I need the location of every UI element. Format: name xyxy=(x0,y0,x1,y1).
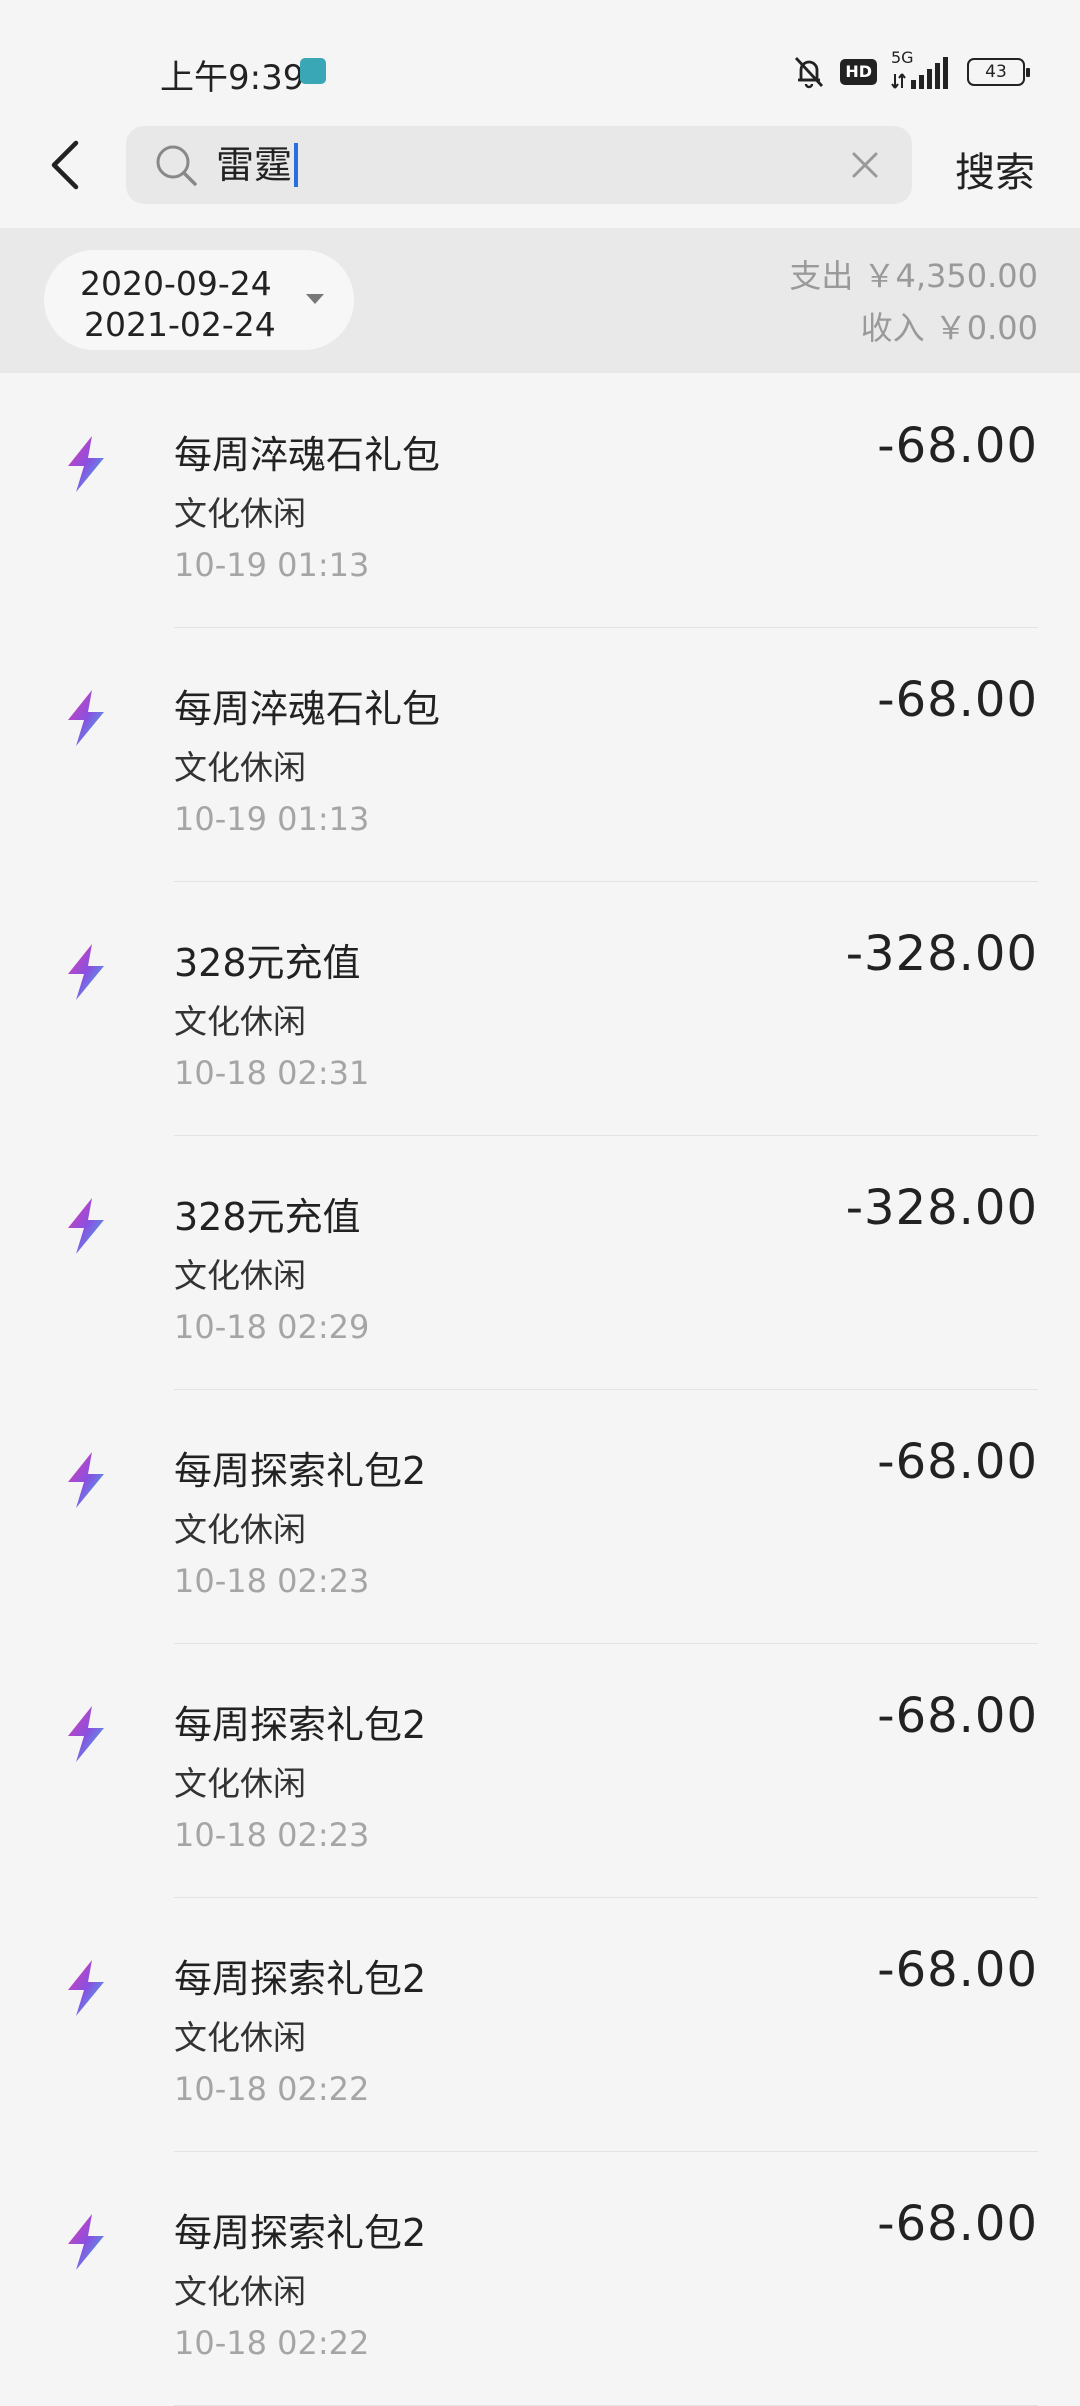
lightning-app-icon xyxy=(68,1960,104,2016)
battery-level: 43 xyxy=(985,62,1007,82)
status-time: 上午9:39 xyxy=(160,58,305,98)
transaction-category: 文化休闲 xyxy=(174,748,306,787)
transaction-time: 10-18 02:22 xyxy=(174,2324,370,2362)
status-bar: 上午9:39 HD 5G 43 xyxy=(0,0,1080,120)
transaction-row[interactable]: 每周探索礼包2 文化休闲 10-18 02:23 -68.00 xyxy=(0,1390,1080,1644)
transaction-title: 每周探索礼包2 xyxy=(174,1449,427,1493)
transaction-title: 每周探索礼包2 xyxy=(174,1703,427,1747)
transaction-time: 10-18 02:23 xyxy=(174,1562,370,1600)
transaction-category: 文化休闲 xyxy=(174,2018,306,2057)
lightning-app-icon xyxy=(68,690,104,746)
transaction-amount: -68.00 xyxy=(877,418,1038,474)
back-arrow-icon xyxy=(51,140,79,190)
mute-bell-icon xyxy=(795,57,824,89)
date-end: 2021-02-24 xyxy=(84,305,276,344)
transaction-amount: -68.00 xyxy=(877,672,1038,728)
transaction-title: 每周探索礼包2 xyxy=(174,1957,427,2001)
transaction-row[interactable]: 每周淬魂石礼包 文化休闲 10-19 01:13 -68.00 xyxy=(0,628,1080,882)
transaction-row[interactable]: 328元充值 文化休闲 10-18 02:29 -328.00 xyxy=(0,1136,1080,1390)
status-indicators: HD 5G 43 xyxy=(792,48,1030,92)
transaction-time: 10-18 02:29 xyxy=(174,1308,370,1346)
totals-summary: 支出 ￥4,350.00 收入 ￥0.00 xyxy=(789,250,1038,354)
transaction-amount: -68.00 xyxy=(877,2196,1038,2252)
lightning-app-icon xyxy=(68,1198,104,1254)
date-start: 2020-09-24 xyxy=(80,264,272,303)
signal-bars-icon xyxy=(891,57,948,89)
lightning-app-icon xyxy=(68,436,104,492)
lightning-app-icon xyxy=(68,2214,104,2270)
transaction-row[interactable]: 328元充值 文化休闲 10-18 02:31 -328.00 xyxy=(0,882,1080,1136)
lightning-app-icon xyxy=(68,1452,104,1508)
transaction-amount: -328.00 xyxy=(845,926,1038,982)
lightning-app-icon xyxy=(68,1706,104,1762)
dropdown-triangle-icon xyxy=(306,294,324,304)
search-button[interactable]: 搜索 xyxy=(955,140,1035,198)
transaction-title: 328元充值 xyxy=(174,941,361,985)
transaction-category: 文化休闲 xyxy=(174,1256,306,1295)
transaction-row[interactable]: 每周淬魂石礼包 文化休闲 10-19 01:13 -68.00 xyxy=(0,374,1080,628)
transaction-title: 每周探索礼包2 xyxy=(174,2211,427,2255)
transaction-time: 10-18 02:23 xyxy=(174,1816,370,1854)
transaction-amount: -68.00 xyxy=(877,1688,1038,1744)
transaction-time: 10-18 02:22 xyxy=(174,2070,370,2108)
transaction-amount: -68.00 xyxy=(877,1434,1038,1490)
search-box[interactable]: 雷霆 xyxy=(126,126,912,204)
transaction-category: 文化休闲 xyxy=(174,1002,306,1041)
hd-badge: HD xyxy=(840,59,877,85)
transaction-time: 10-19 01:13 xyxy=(174,546,370,584)
expense-total: 支出 ￥4,350.00 xyxy=(789,257,1038,295)
back-button[interactable] xyxy=(40,135,100,195)
transaction-category: 文化休闲 xyxy=(174,1764,306,1803)
clear-icon[interactable] xyxy=(848,148,882,182)
income-total: 收入 ￥0.00 xyxy=(860,309,1038,347)
search-input[interactable]: 雷霆 xyxy=(216,140,299,190)
battery-icon: 43 xyxy=(967,58,1030,86)
transaction-title: 328元充值 xyxy=(174,1195,361,1239)
transaction-amount: -68.00 xyxy=(877,1942,1038,1998)
transaction-category: 文化休闲 xyxy=(174,1510,306,1549)
transaction-list: 每周淬魂石礼包 文化休闲 10-19 01:13 -68.00 每周淬魂石礼包 … xyxy=(0,374,1080,2406)
transaction-title: 每周淬魂石礼包 xyxy=(174,687,441,731)
transaction-row[interactable]: 每周探索礼包2 文化休闲 10-18 02:22 -68.00 xyxy=(0,1898,1080,2152)
transaction-time: 10-18 02:31 xyxy=(174,1054,370,1092)
filter-bar: 2020-09-24 2021-02-24 支出 ￥4,350.00 收入 ￥0… xyxy=(0,228,1080,373)
date-range-selector[interactable]: 2020-09-24 2021-02-24 xyxy=(44,250,354,350)
transaction-category: 文化休闲 xyxy=(174,494,306,533)
transaction-time: 10-19 01:13 xyxy=(174,800,370,838)
search-icon xyxy=(156,145,197,186)
transaction-category: 文化休闲 xyxy=(174,2272,306,2311)
transaction-row[interactable]: 每周探索礼包2 文化休闲 10-18 02:22 -68.00 xyxy=(0,2152,1080,2406)
text-cursor xyxy=(294,143,299,187)
transaction-row[interactable]: 每周探索礼包2 文化休闲 10-18 02:23 -68.00 xyxy=(0,1644,1080,1898)
signal-indicator: 5G xyxy=(891,48,953,92)
transaction-amount: -328.00 xyxy=(845,1180,1038,1236)
app-notification-icon xyxy=(300,58,326,84)
search-query: 雷霆 xyxy=(216,143,293,187)
lightning-app-icon xyxy=(68,944,104,1000)
transaction-title: 每周淬魂石礼包 xyxy=(174,433,441,477)
